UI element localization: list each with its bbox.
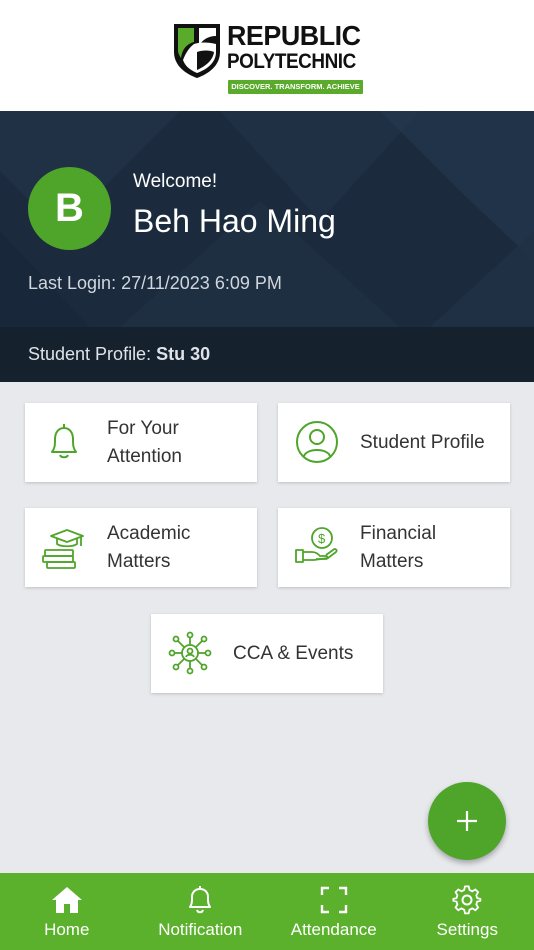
profile-label: Student Profile: [28,344,152,364]
user-name: Beh Hao Ming [133,203,336,239]
nav-item-home[interactable]: Home [0,873,134,950]
tile-label: Student Profile [360,431,485,453]
tile-label: Financial Matters [360,522,437,572]
bell-icon [189,886,212,914]
profile-value: Stu 30 [156,344,211,364]
gear-icon [452,885,482,915]
nav-label: Attendance [290,920,377,939]
logo-text-line2: POLYTECHNIC [227,50,356,73]
tile-for-your-attention[interactable]: For Your Attention [25,403,257,482]
last-login-text: Last Login: 27/11/2023 6:09 PM [28,273,282,293]
svg-text:$: $ [318,531,326,546]
tile-academic-matters[interactable]: Academic Matters [25,508,257,587]
tile-cca-events[interactable]: CCA & Events [151,614,383,693]
nav-item-settings[interactable]: Settings [401,873,534,950]
nav-item-attendance[interactable]: Attendance [267,873,401,950]
scan-icon [320,886,347,914]
nav-label: Notification [158,920,243,939]
tile-label: For Your Attention [107,417,182,467]
tile-student-profile[interactable]: Student Profile [278,403,510,482]
nav-label: Settings [436,920,498,939]
plus-icon [457,811,477,831]
avatar: B [28,167,111,250]
tile-label: CCA & Events [233,642,354,664]
nav-label: Home [44,920,90,939]
welcome-banner: B Welcome! Beh Hao Ming Last Login: 27/1… [0,111,534,327]
hand-money-icon: $ [295,527,338,563]
logo-shield-icon [174,24,220,78]
republic-polytechnic-logo: REPUBLIC POLYTECHNIC DISCOVER. TRANSFORM… [172,20,364,96]
student-profile-strip: Student Profile: Stu 30 [0,327,534,382]
tile-financial-matters[interactable]: $ Financial Matters [278,508,510,587]
home-icon [51,887,82,913]
bell-icon [51,424,77,459]
logo-text-line1: REPUBLIC [227,20,361,51]
logo-tagline: DISCOVER. TRANSFORM. ACHIEVE [228,80,363,94]
welcome-text: Welcome! [133,171,218,192]
network-people-icon [168,631,212,675]
nav-item-notification[interactable]: Notification [134,873,268,950]
bottom-nav: Home Notification Attendance Settings [0,873,534,950]
tile-label: Academic Matters [107,522,191,572]
app-header: REPUBLIC POLYTECHNIC DISCOVER. TRANSFORM… [0,0,534,111]
add-button[interactable] [428,782,506,860]
books-graduation-icon [42,529,84,569]
user-icon [296,421,338,463]
